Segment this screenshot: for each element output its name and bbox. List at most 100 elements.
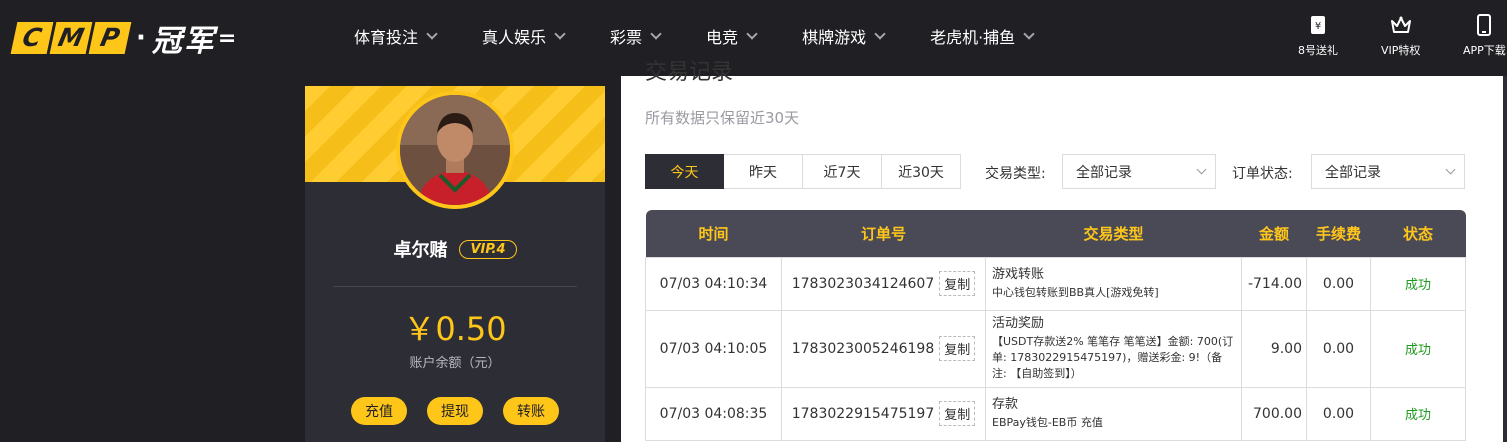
logo-tail: =: [217, 25, 237, 51]
nav-item-label: 彩票: [610, 28, 643, 47]
crown-icon: [1390, 16, 1411, 33]
column-header-amount: 金额: [1241, 210, 1307, 257]
site-logo[interactable]: C M P · 冠军 =: [10, 20, 237, 59]
nav-item-label: 真人娱乐: [482, 28, 547, 47]
row-status: 成功: [1404, 408, 1431, 423]
row-status: 成功: [1404, 343, 1431, 358]
quick-link-gift[interactable]: ¥ 8号送礼: [1298, 14, 1338, 58]
logo-letter: P: [88, 22, 132, 54]
column-header-time: 时间: [645, 210, 782, 257]
copy-order-button[interactable]: 复制: [939, 401, 976, 426]
nav-item-card-games[interactable]: 棋牌游戏: [802, 24, 886, 48]
avatar-image: [400, 95, 510, 205]
order-wrap: 1783023034124607 复制: [782, 271, 985, 296]
vip-level-badge[interactable]: VIP.4: [459, 239, 517, 259]
row-type-detail: EBPay钱包-EB币 充值: [992, 416, 1103, 429]
logo-dot: ·: [136, 23, 146, 53]
deposit-button[interactable]: 充值: [351, 397, 407, 425]
svg-text:¥: ¥: [1315, 21, 1321, 32]
quick-link-label: APP下载: [1463, 44, 1506, 57]
row-type-cell: 活动奖励【USDT存款送2% 笔笔存 笔笔送】金额: 700(订单: 17830…: [985, 309, 1242, 388]
row-time: 07/03 04:10:34: [645, 256, 782, 311]
nav-item-lottery[interactable]: 彩票: [610, 24, 662, 48]
quick-link-label: 8号送礼: [1298, 44, 1338, 57]
row-type-detail: 中心钱包转账到BB真人[游戏免转]: [992, 286, 1159, 299]
profile-card: 卓尔赌 VIP.4 ￥0.50 账户余额（元） 充值 提现 转账: [305, 86, 605, 442]
row-status: 成功: [1404, 278, 1431, 293]
date-range-tabs: 今天 昨天 近7天 近30天: [645, 154, 961, 189]
row-amount: 700.00: [1241, 386, 1307, 441]
nav-item-label: 老虎机·捕鱼: [930, 28, 1016, 47]
transaction-records-panel: 交易记录 所有数据只保留近30天 今天 昨天 近7天 近30天 交易类型: 全部…: [621, 60, 1507, 442]
transactions-table: 时间 订单号 交易类型 金额 手续费 状态 07/03 04:10:34 178…: [645, 210, 1466, 441]
row-amount: -714.00: [1241, 256, 1307, 311]
chevron-down-icon: [554, 27, 566, 40]
phone-icon: [1477, 14, 1492, 36]
withdraw-button[interactable]: 提现: [427, 397, 483, 425]
chevron-down-icon: [426, 27, 438, 40]
logo-chinese: 冠军: [151, 24, 216, 59]
logo-letter: C: [10, 22, 54, 54]
transfer-button[interactable]: 转账: [503, 397, 559, 425]
nav-item-label: 棋牌游戏: [802, 28, 867, 47]
tab-today[interactable]: 今天: [645, 154, 724, 189]
top-navigation-bar: C M P · 冠军 = 体育投注 真人娱乐 彩票 电竞 棋牌游戏 老虎机·捕鱼…: [0, 0, 1507, 76]
table-row: 07/03 04:08:35 1783022915475197 复制 存款 EBPa…: [645, 386, 1466, 441]
table-row: 07/03 04:10:05 1783023005246198 复制 活动奖励【U…: [645, 309, 1466, 388]
order-wrap: 1783023005246198 复制: [782, 336, 985, 361]
nav-item-label: 体育投注: [354, 28, 419, 47]
quick-link-vip[interactable]: VIP特权: [1381, 14, 1420, 58]
row-order-no: 1783023005246198: [791, 340, 935, 357]
row-status-cell: 成功: [1370, 256, 1466, 311]
table-header-row: 时间 订单号 交易类型 金额 手续费 状态: [645, 210, 1466, 257]
table-row: 07/03 04:10:34 1783023034124607 复制 游戏转账中心…: [645, 256, 1466, 311]
account-balance-label: 账户余额（元）: [409, 356, 501, 371]
wallet-actions: 充值 提现 转账: [305, 397, 605, 425]
row-order-cell: 1783023005246198 复制: [781, 309, 986, 388]
username-row: 卓尔赌 VIP.4: [305, 236, 605, 262]
order-status-select[interactable]: 全部记录: [1311, 154, 1465, 189]
column-header-order-no: 订单号: [781, 210, 986, 257]
transaction-type-label: 交易类型:: [985, 166, 1046, 182]
quick-link-app[interactable]: APP下载: [1463, 14, 1506, 58]
nav-item-sports[interactable]: 体育投注: [354, 24, 438, 48]
row-order-no: 1783022915475197: [791, 405, 935, 422]
row-fee: 0.00: [1306, 256, 1371, 311]
tab-last-7-days[interactable]: 近7天: [803, 154, 882, 189]
row-time: 07/03 04:10:05: [645, 309, 782, 388]
scrollbar-track[interactable]: [1503, 76, 1507, 442]
chevron-down-icon: [1196, 164, 1207, 175]
chevron-down-icon: [650, 27, 662, 40]
order-status-label: 订单状态:: [1232, 166, 1293, 182]
page-title: 交易记录: [645, 60, 734, 85]
data-retention-note: 所有数据只保留近30天: [645, 109, 800, 127]
row-type-detail: 【USDT存款送2% 笔笔存 笔笔送】金额: 700(订单: 178302291…: [992, 335, 1234, 380]
chevron-down-icon: [1023, 27, 1035, 40]
nav-item-slots-fishing[interactable]: 老虎机·捕鱼: [930, 24, 1035, 48]
row-type-main: 活动奖励: [992, 316, 1045, 331]
row-order-cell: 1783022915475197 复制: [781, 386, 986, 441]
row-fee: 0.00: [1306, 386, 1371, 441]
username: 卓尔赌: [393, 240, 448, 261]
transaction-type-value: 全部记录: [1076, 164, 1132, 181]
copy-order-button[interactable]: 复制: [939, 271, 976, 296]
row-status-cell: 成功: [1370, 386, 1466, 441]
transaction-type-select[interactable]: 全部记录: [1062, 154, 1216, 189]
nav-item-live-casino[interactable]: 真人娱乐: [482, 24, 566, 48]
profile-divider: [333, 286, 577, 287]
row-status-cell: 成功: [1370, 309, 1466, 388]
row-type-main: 游戏转账: [992, 267, 1045, 282]
column-header-type: 交易类型: [985, 210, 1242, 257]
copy-order-button[interactable]: 复制: [939, 336, 976, 361]
row-amount: 9.00: [1241, 309, 1307, 388]
avatar[interactable]: [396, 91, 514, 209]
quick-link-label: VIP特权: [1381, 44, 1421, 57]
row-type-main: 存款: [992, 397, 1019, 412]
tab-last-30-days[interactable]: 近30天: [882, 154, 961, 189]
row-type-cell: 游戏转账中心钱包转账到BB真人[游戏免转]: [985, 256, 1242, 311]
row-fee: 0.00: [1306, 309, 1371, 388]
tab-yesterday[interactable]: 昨天: [724, 154, 803, 189]
nav-item-esports[interactable]: 电竞: [706, 24, 758, 48]
column-header-fee: 手续费: [1306, 210, 1371, 257]
chevron-down-icon: [1445, 164, 1456, 175]
